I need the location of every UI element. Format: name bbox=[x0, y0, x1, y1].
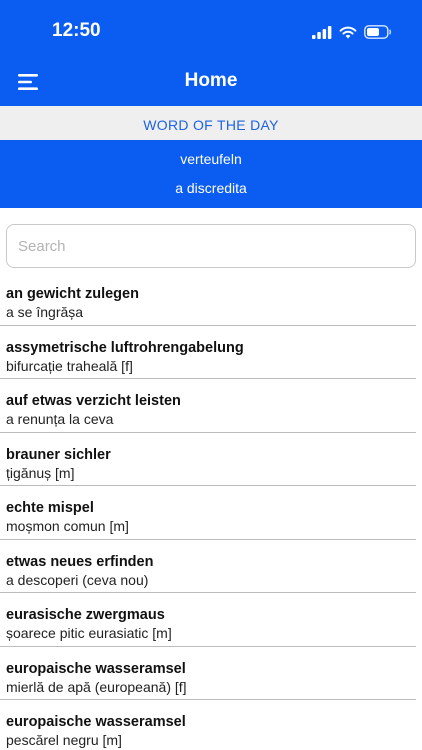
entry-translation: șoarece pitic eurasiatic [m] bbox=[6, 625, 172, 641]
battery-icon bbox=[364, 25, 392, 39]
entry-term: europaische wasseramsel bbox=[6, 714, 186, 730]
nav-bar: Home bbox=[0, 58, 422, 106]
entry-translation: țigănuș [m] bbox=[6, 464, 75, 481]
list-item[interactable]: an gewicht zulegen a se îngrășa bbox=[0, 272, 416, 326]
entry-translation: a renunța la ceva bbox=[6, 411, 114, 427]
entry-translation: moșmon comun [m] bbox=[6, 518, 129, 534]
entry-translation: bifurcație traheală [f] bbox=[6, 357, 133, 374]
entry-translation: mierlă de apă (europeană) [f] bbox=[6, 678, 187, 695]
entry-translation: a se îngrășa bbox=[6, 304, 84, 320]
entry-term: europaische wasseramsel bbox=[6, 660, 186, 677]
dictionary-list: an gewicht zulegen a se îngrășa assymetr… bbox=[0, 272, 416, 750]
word-of-day-card[interactable]: verteufeln a discredita bbox=[0, 140, 422, 208]
wifi-icon bbox=[339, 26, 357, 38]
word-of-day-translation: a discredita bbox=[175, 180, 247, 196]
list-item[interactable]: etwas neues erfinden a descoperi (ceva n… bbox=[0, 540, 416, 593]
list-item[interactable]: europaische wasseramsel pescărel negru [… bbox=[0, 700, 416, 750]
list-item[interactable]: auf etwas verzicht leisten a renunța la … bbox=[0, 379, 416, 433]
list-item[interactable]: brauner sichler țigănuș [m] bbox=[0, 433, 416, 486]
entry-term: assymetrische luftrohrengabelung bbox=[6, 339, 244, 356]
search-input[interactable] bbox=[7, 225, 415, 267]
list-item[interactable]: echte mispel moșmon comun [m] bbox=[0, 486, 416, 540]
top-bar: 12:50 Home bbox=[0, 0, 422, 106]
entry-term: echte mispel bbox=[6, 500, 94, 516]
entry-term: brauner sichler bbox=[6, 446, 111, 463]
entry-term: etwas neues erfinden bbox=[6, 553, 154, 570]
search-box bbox=[6, 224, 416, 268]
entry-term: eurasische zwergmaus bbox=[6, 607, 165, 623]
word-of-day-term: verteufeln bbox=[180, 151, 242, 167]
page-title: Home bbox=[184, 70, 238, 91]
entry-term: auf etwas verzicht leisten bbox=[6, 393, 181, 409]
list-item[interactable]: europaische wasseramsel mierlă de apă (e… bbox=[0, 647, 416, 700]
status-time: 12:50 bbox=[52, 20, 101, 41]
list-item[interactable]: assymetrische luftrohrengabelung bifurca… bbox=[0, 326, 416, 379]
status-icons bbox=[312, 22, 392, 42]
word-of-day-header: WORD OF THE DAY bbox=[0, 106, 422, 140]
list-item[interactable]: eurasische zwergmaus șoarece pitic euras… bbox=[0, 593, 416, 647]
entry-translation: pescărel negru [m] bbox=[6, 732, 122, 748]
signal-icon bbox=[312, 25, 332, 39]
entry-translation: a descoperi (ceva nou) bbox=[6, 571, 149, 588]
entry-term: an gewicht zulegen bbox=[6, 286, 139, 302]
